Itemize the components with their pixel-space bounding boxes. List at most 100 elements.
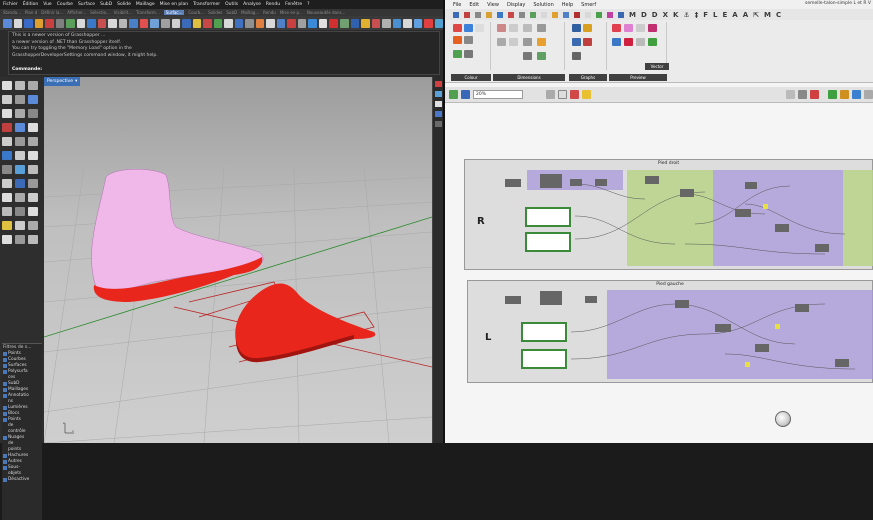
tool-icon[interactable]: [2, 207, 12, 216]
tool-icon[interactable]: [13, 18, 23, 28]
toolbar-tab[interactable]: Courb...: [188, 10, 204, 15]
tool-icon[interactable]: [2, 137, 12, 146]
tool-icon[interactable]: [361, 18, 370, 28]
display-icon-3[interactable]: [852, 90, 861, 99]
tool-icon[interactable]: [150, 18, 159, 28]
tool-icon[interactable]: [76, 18, 86, 28]
tool-icon[interactable]: [171, 18, 181, 28]
tool-icon[interactable]: [308, 18, 317, 28]
tool-icon[interactable]: [139, 18, 149, 28]
tool-icon[interactable]: [34, 18, 44, 28]
tool-icon[interactable]: [3, 18, 12, 28]
tool-icon[interactable]: [15, 165, 25, 174]
filter-checkbox[interactable]: [3, 382, 7, 386]
gh-tab-icon[interactable]: [519, 11, 525, 18]
menu-item[interactable]: Solide: [117, 2, 131, 7]
gh-canvas[interactable]: Pied droit R Pied gauche L: [445, 104, 873, 443]
filter-checkbox[interactable]: [3, 466, 7, 470]
filter-checkbox[interactable]: [3, 454, 7, 458]
tool-icon[interactable]: [245, 18, 254, 28]
preview-off-icon[interactable]: [786, 90, 795, 99]
menu-item[interactable]: Fichier: [3, 2, 18, 7]
vector-group-label[interactable]: Vector: [645, 63, 669, 70]
tool-icon[interactable]: [15, 95, 25, 104]
tool-icon[interactable]: [24, 18, 33, 28]
tool-icon[interactable]: [371, 18, 381, 28]
tool-icon[interactable]: [15, 221, 25, 230]
filter-row[interactable]: Points de contrôle: [3, 417, 41, 435]
tool-icon[interactable]: [276, 18, 286, 28]
gh-tab-icon[interactable]: [497, 11, 503, 18]
tool-icon[interactable]: [28, 123, 38, 132]
gh-tab-letter[interactable]: ⚓: [683, 11, 689, 19]
tool-icon[interactable]: [192, 18, 202, 28]
tool-icon[interactable]: [392, 18, 402, 28]
tool-icon[interactable]: [182, 18, 191, 28]
menu-item[interactable]: Mise en plan: [160, 2, 188, 7]
toolbar-tab[interactable]: SubD: [226, 10, 237, 15]
viewport-tab[interactable]: Perspective ▾: [44, 77, 81, 86]
filter-checkbox[interactable]: [3, 352, 7, 356]
gh-tab-icon[interactable]: [596, 11, 602, 18]
filter-checkbox[interactable]: [3, 406, 7, 410]
gh-tab-letter[interactable]: M: [629, 11, 636, 19]
menu-item[interactable]: SubD: [100, 2, 112, 7]
toolbar-tab[interactable]: Rendu: [263, 10, 276, 15]
toolbar-tab[interactable]: Standa...: [3, 10, 21, 15]
tool-icon[interactable]: [28, 179, 38, 188]
gh-menu-item[interactable]: File: [453, 2, 461, 8]
tool-icon[interactable]: [2, 95, 12, 104]
filter-row[interactable]: Annotatio ns: [3, 393, 41, 405]
menu-item[interactable]: Rendu: [266, 2, 280, 7]
filter-row[interactable]: Sous- objets: [3, 465, 41, 477]
gh-tab-icon[interactable]: [552, 11, 558, 18]
tool-icon[interactable]: [2, 151, 12, 160]
gh-tab-letter[interactable]: C: [776, 11, 781, 19]
toolbar-tab[interactable]: Transform...: [136, 10, 160, 15]
tool-icon[interactable]: [413, 18, 423, 28]
gh-tab-icon[interactable]: [453, 11, 459, 18]
filter-checkbox[interactable]: [3, 436, 7, 440]
gh-tab-letter[interactable]: ⇱: [753, 11, 759, 19]
toolbar-tab[interactable]: Surfac...: [163, 10, 185, 15]
gh-tab-letter[interactable]: K: [673, 11, 678, 19]
tool-icon[interactable]: [15, 179, 25, 188]
tool-icon[interactable]: [28, 193, 38, 202]
gh-menu-item[interactable]: Display: [507, 2, 525, 8]
toolbar-tab[interactable]: Mise en p...: [280, 10, 303, 15]
gh-tab-icon[interactable]: [618, 11, 624, 18]
tool-icon[interactable]: [2, 165, 12, 174]
tool-icon[interactable]: [2, 179, 12, 188]
bulb-icon[interactable]: [582, 90, 591, 99]
named-views-icon[interactable]: [558, 90, 567, 99]
tool-icon[interactable]: [318, 18, 328, 28]
display-icon-4[interactable]: [864, 90, 873, 99]
gh-tab-letter[interactable]: D: [641, 11, 647, 19]
zoom-extents-icon[interactable]: [546, 90, 555, 99]
tool-icon[interactable]: [2, 123, 12, 132]
tool-icon[interactable]: [87, 18, 96, 28]
toolbar-tab[interactable]: Nouveautés dans...: [307, 10, 346, 15]
filter-checkbox[interactable]: [3, 364, 7, 368]
command-prompt[interactable]: Commande:: [12, 67, 42, 74]
gh-tab-icon[interactable]: [585, 11, 591, 18]
display-icon[interactable]: [435, 101, 442, 107]
gh-tab-letter[interactable]: X: [663, 11, 668, 19]
gh-tab-icon[interactable]: [541, 11, 547, 18]
gh-tab-letter[interactable]: E: [722, 11, 727, 19]
graphs-group-label[interactable]: Graphs: [569, 74, 607, 81]
tool-icon[interactable]: [213, 18, 223, 28]
gh-tab-icon[interactable]: [486, 11, 492, 18]
tool-icon[interactable]: [266, 18, 275, 28]
preview-wire-icon[interactable]: [798, 90, 807, 99]
gh-tab-letter[interactable]: F: [703, 11, 708, 19]
gh-menu-item[interactable]: Smerf: [581, 2, 596, 8]
tool-icon[interactable]: [160, 18, 170, 28]
tool-icon[interactable]: [28, 165, 38, 174]
gh-menu-item[interactable]: Help: [562, 2, 573, 8]
display-wire-icon[interactable]: [828, 90, 837, 99]
tool-icon[interactable]: [15, 81, 25, 90]
tool-icon[interactable]: [340, 18, 349, 28]
tool-icon[interactable]: [15, 151, 25, 160]
toolbar-tab[interactable]: Solides: [208, 10, 222, 15]
